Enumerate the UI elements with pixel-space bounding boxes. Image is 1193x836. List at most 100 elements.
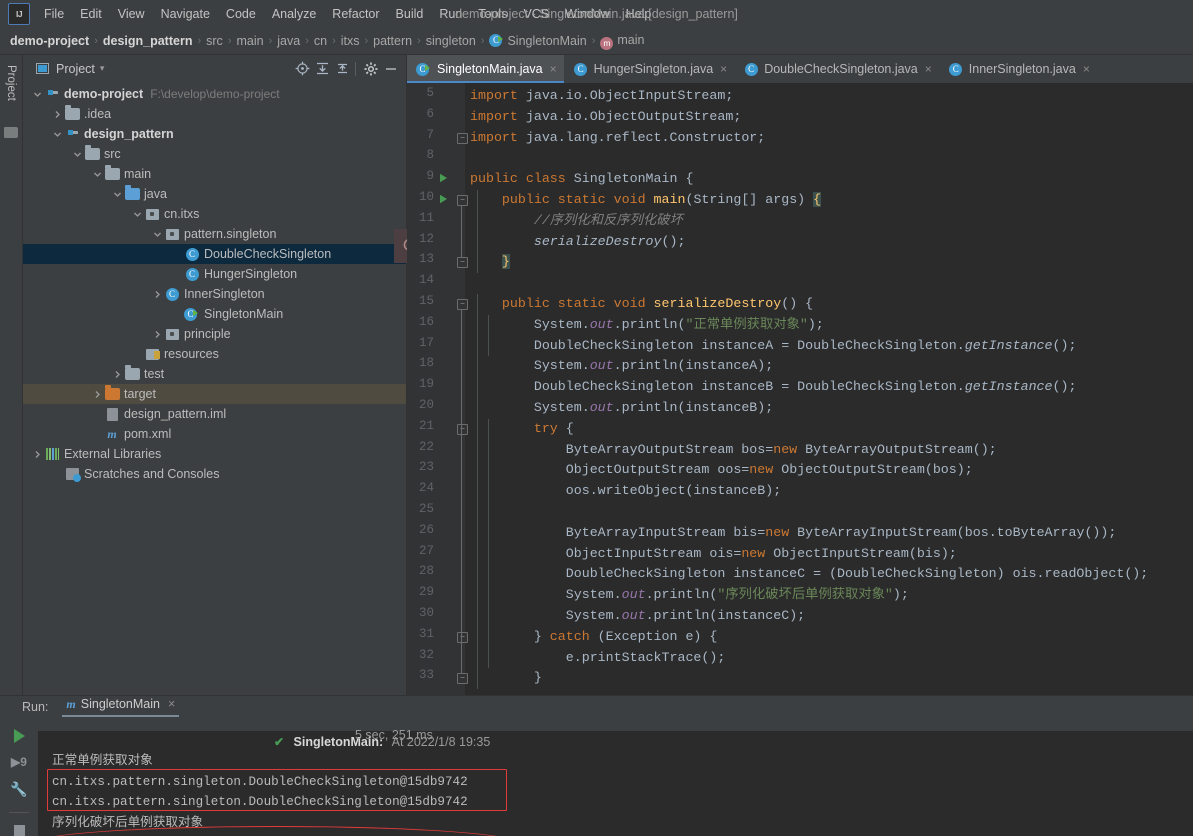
chevron-down-icon[interactable] [131, 208, 144, 221]
settings-gear-icon[interactable] [362, 60, 380, 78]
chevron-down-icon[interactable] [71, 148, 84, 161]
console-output[interactable]: ✔ SingletonMain: At 2022/1/8 19:35 正常单例获… [38, 717, 1193, 836]
breadcrumb-item-main[interactable]: main [236, 34, 263, 48]
menu-bar: IJ File Edit View Navigate Code Analyze … [0, 0, 1193, 28]
chevron-down-icon[interactable] [91, 168, 104, 181]
editor-tab-doublechecksingleton-java[interactable]: C DoubleCheckSingleton.java × [734, 55, 939, 83]
breadcrumb-item-design-pattern[interactable]: design_pattern [103, 34, 193, 48]
tree-item-java[interactable]: java [23, 184, 406, 204]
close-icon[interactable]: × [550, 62, 557, 76]
menu-build[interactable]: Build [388, 3, 432, 25]
collapse-all-icon[interactable] [333, 60, 351, 78]
tree-item--idea[interactable]: .idea [23, 104, 406, 124]
breadcrumb-item-src[interactable]: src [206, 34, 223, 48]
chevron-right-icon[interactable] [151, 288, 164, 301]
editor-tab-singletonmain-java[interactable]: C SingletonMain.java × [407, 55, 564, 83]
breadcrumb-item-cn[interactable]: cn [314, 34, 327, 48]
chevron-down-icon[interactable]: ▾ [100, 63, 105, 74]
menu-tools[interactable]: Tools [470, 3, 515, 25]
menu-view[interactable]: View [110, 3, 153, 25]
tree-item-target[interactable]: target [23, 384, 406, 404]
editor-tab-hungersingleton-java[interactable]: C HungerSingleton.java × [564, 55, 735, 83]
breadcrumb-item-itxs[interactable]: itxs [341, 34, 360, 48]
breadcrumb-separator: › [94, 35, 98, 47]
excluded-folder-icon [104, 385, 120, 402]
run-gutter-icon[interactable] [439, 173, 448, 186]
menu-code[interactable]: Code [218, 3, 264, 25]
settings-wrench-icon[interactable]: 🔧 [10, 781, 27, 798]
code-token: DoubleCheckSingleton instanceB = DoubleC… [470, 379, 965, 395]
close-icon[interactable]: × [1083, 62, 1090, 76]
run-tab-singletonmain[interactable]: m SingletonMain × [62, 697, 180, 717]
close-icon[interactable]: × [168, 697, 175, 711]
code-editor[interactable]: 5 6 7−8 9 10−11 12 13−14 15−16 17 18 19 20 21−22 23 24… [407, 83, 1193, 695]
code-token: public class [470, 171, 566, 187]
breadcrumb-item-pattern[interactable]: pattern [373, 34, 412, 48]
menu-edit[interactable]: Edit [72, 3, 110, 25]
tree-item-pom-xml[interactable]: m pom.xml [23, 424, 406, 444]
menu-run[interactable]: Run [431, 3, 470, 25]
chevron-right-icon[interactable] [111, 368, 124, 381]
tree-item-doublechecksingleton[interactable]: C DoubleCheckSingleton [23, 244, 406, 264]
expand-all-icon[interactable] [313, 60, 331, 78]
breadcrumb-item-main[interactable]: m main [600, 33, 644, 50]
tree-item-main[interactable]: main [23, 164, 406, 184]
code-text[interactable]: import java.io.ObjectInputStream; import … [465, 83, 1193, 695]
rerun-failed-icon[interactable]: ▶9 [11, 755, 27, 769]
code-token: { [813, 192, 822, 207]
chevron-right-icon[interactable] [51, 108, 64, 121]
editor-gutter[interactable]: 5 6 7−8 9 10−11 12 13−14 15−16 17 18 19 20 21−22 23 24… [407, 83, 468, 695]
tree-item-src[interactable]: src [23, 144, 406, 164]
menu-file[interactable]: File [36, 3, 72, 25]
chevron-down-icon[interactable] [151, 228, 164, 241]
chevron-down-icon[interactable] [31, 88, 44, 101]
tree-item-principle[interactable]: principle [23, 324, 406, 344]
tree-item-test[interactable]: test [23, 364, 406, 384]
project-tool-tab[interactable]: Project [0, 63, 22, 127]
tree-item-pattern-singleton[interactable]: pattern.singleton [23, 224, 406, 244]
breadcrumb-item-singleton[interactable]: singleton [426, 34, 476, 48]
close-icon[interactable]: × [925, 62, 932, 76]
project-tree[interactable]: demo-project F:\develop\demo-project .idea… [23, 82, 406, 695]
chevron-right-icon[interactable] [91, 388, 104, 401]
project-view-icon [33, 60, 51, 78]
menu-analyze[interactable]: Analyze [264, 3, 324, 25]
menu-window[interactable]: Window [557, 3, 617, 25]
line-number: 16 [418, 314, 434, 329]
breadcrumb-item-singletonmain[interactable]: C SingletonMain [489, 34, 587, 48]
code-token: System. [470, 400, 590, 415]
editor-tab-innersingleton-java[interactable]: C InnerSingleton.java × [939, 55, 1097, 83]
run-gutter-icon[interactable] [439, 194, 448, 207]
chevron-right-icon[interactable] [151, 328, 164, 341]
tree-item-demo-project[interactable]: demo-project F:\develop\demo-project [23, 84, 406, 104]
menu-vcs[interactable]: VCS [515, 3, 557, 25]
tree-item-singletonmain[interactable]: C SingletonMain [23, 304, 406, 324]
folder-icon[interactable] [4, 127, 18, 138]
code-token: ByteArrayInputStream(bos.toByteArray()); [789, 524, 1117, 540]
tree-item-resources[interactable]: resources [23, 344, 406, 364]
tree-item-innersingleton[interactable]: C InnerSingleton [23, 284, 406, 304]
editor-tab-bar: C SingletonMain.java × C HungerSingleton.jav… [407, 55, 1193, 83]
chevron-down-icon[interactable] [51, 128, 64, 141]
tree-item-design-pattern[interactable]: design_pattern [23, 124, 406, 144]
tree-item-hungersingleton[interactable]: C HungerSingleton [23, 264, 406, 284]
breadcrumb-item-java[interactable]: java [277, 34, 300, 48]
tree-item-external-libraries[interactable]: External Libraries [23, 444, 406, 464]
menu-navigate[interactable]: Navigate [153, 3, 218, 25]
line-number: 21 [418, 418, 434, 433]
locate-icon[interactable] [293, 60, 311, 78]
close-icon[interactable]: × [720, 62, 727, 76]
libraries-icon [44, 446, 60, 462]
code-line: ByteArrayOutputStream bos=new ByteArrayO… [470, 440, 997, 461]
menu-help[interactable]: Help [618, 3, 660, 25]
menu-refactor[interactable]: Refactor [324, 3, 387, 25]
tree-item-design-pattern-iml[interactable]: design_pattern.iml [23, 404, 406, 424]
rerun-icon[interactable] [13, 729, 25, 743]
chevron-down-icon[interactable] [111, 188, 124, 201]
tree-item-cn-itxs[interactable]: cn.itxs [23, 204, 406, 224]
hide-icon[interactable] [382, 60, 400, 78]
stop-icon[interactable] [13, 825, 25, 836]
breadcrumb-item-demo-project[interactable]: demo-project [10, 34, 89, 48]
tree-item-scratches-and-consoles[interactable]: Scratches and Consoles [23, 464, 406, 484]
chevron-right-icon[interactable] [31, 448, 44, 461]
